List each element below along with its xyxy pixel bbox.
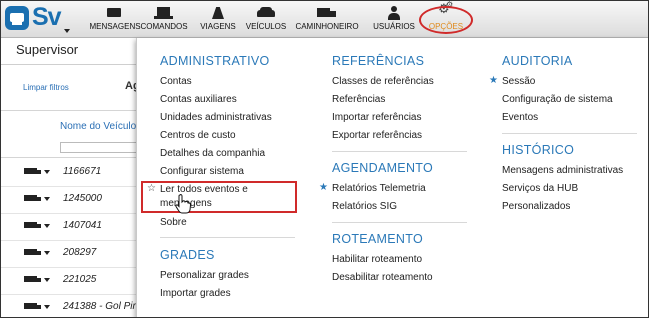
- section-title-historico: HISTÓRICO: [502, 143, 575, 157]
- menu-item-contas[interactable]: Contas: [160, 76, 192, 87]
- truck-icon: [24, 249, 41, 255]
- section-title-referencias: REFERÊNCIAS: [332, 54, 425, 68]
- top-nav-bar: Sv MENSAGENS COMANDOS VIAGENS VEÍCULOS C…: [1, 1, 648, 38]
- menu-item-relatorios-sig[interactable]: Relatórios SIG: [332, 201, 397, 212]
- menu-item-mensagens-administrativas[interactable]: Mensagens administrativas: [502, 165, 623, 176]
- highlight-box: [141, 181, 297, 213]
- section-title-agendamento: AGENDAMENTO: [332, 161, 433, 175]
- vehicle-name: 221025: [63, 274, 97, 285]
- mail-icon: [105, 6, 125, 20]
- vehicle-filter-input[interactable]: [60, 142, 147, 153]
- menu-item-unidades-administrativas[interactable]: Unidades administrativas: [160, 112, 272, 123]
- table-row[interactable]: 221025: [1, 267, 141, 295]
- nav-comandos[interactable]: COMANDOS: [140, 4, 188, 34]
- chevron-down-icon[interactable]: [44, 305, 50, 309]
- nav-label: USUÁRIOS: [373, 22, 415, 31]
- app-window: Sv MENSAGENS COMANDOS VIAGENS VEÍCULOS C…: [0, 0, 649, 318]
- vehicle-name-column-header[interactable]: Nome do Veículo: [60, 121, 136, 132]
- menu-item-referencias[interactable]: Referências: [332, 94, 385, 105]
- menu-item-detalhes-da-companhia[interactable]: Detalhes da companhia: [160, 148, 265, 159]
- truck-icon: [24, 303, 41, 309]
- app-logo[interactable]: Sv: [5, 3, 70, 34]
- star-icon[interactable]: ★: [489, 75, 498, 86]
- chevron-down-icon: [64, 29, 70, 33]
- menu-item-importar-referencias[interactable]: Importar referências: [332, 112, 421, 123]
- section-title-roteamento: ROTEAMENTO: [332, 232, 423, 246]
- menu-item-importar-grades[interactable]: Importar grades: [160, 288, 231, 299]
- divider: [1, 157, 141, 158]
- nav-label: VIAGENS: [200, 22, 236, 31]
- chevron-down-icon[interactable]: [44, 251, 50, 255]
- menu-item-servicos-da-hub[interactable]: Serviços da HUB: [502, 183, 578, 194]
- divider: [160, 237, 295, 238]
- divider: [502, 133, 637, 134]
- menu-item-habilitar-roteamento[interactable]: Habilitar roteamento: [332, 254, 422, 265]
- options-dropdown-menu: ADMINISTRATIVO Contas Contas auxiliares …: [136, 38, 648, 317]
- nav-veiculos[interactable]: VEÍCULOS: [245, 4, 287, 34]
- menu-item-eventos[interactable]: Eventos: [502, 112, 538, 123]
- table-row[interactable]: 241388 - Gol Pir: [1, 294, 141, 317]
- nav-label: COMANDOS: [140, 22, 188, 31]
- nav-mensagens[interactable]: MENSAGENS: [89, 4, 141, 34]
- vehicle-name: 241388 - Gol Pir: [63, 301, 136, 312]
- menu-item-classes-de-referencias[interactable]: Classes de referências: [332, 76, 434, 87]
- menu-item-contas-auxiliares[interactable]: Contas auxiliares: [160, 94, 237, 105]
- table-row[interactable]: 1166671: [1, 159, 141, 187]
- table-row[interactable]: 208297: [1, 240, 141, 268]
- truck-icon: [24, 195, 41, 201]
- page-title: Supervisor: [16, 42, 79, 57]
- nav-usuarios[interactable]: USUÁRIOS: [371, 4, 417, 34]
- laptop-icon: [154, 6, 174, 20]
- star-icon[interactable]: ★: [319, 182, 328, 193]
- truck-icon: [24, 168, 41, 174]
- section-title-grades: GRADES: [160, 248, 215, 262]
- nav-viagens[interactable]: VIAGENS: [197, 4, 239, 34]
- hand-cursor-icon: [175, 194, 191, 214]
- menu-item-centros-de-custo[interactable]: Centros de custo: [160, 130, 236, 141]
- nav-label: MENSAGENS: [89, 22, 141, 31]
- clear-filters-link[interactable]: Limpar filtros: [23, 83, 69, 92]
- menu-item-exportar-referencias[interactable]: Exportar referências: [332, 130, 422, 141]
- section-title-administrativo: ADMINISTRATIVO: [160, 54, 270, 68]
- truck-icon: [317, 6, 337, 20]
- monitor-logo-icon: [5, 6, 29, 30]
- divider: [332, 222, 467, 223]
- car-icon: [256, 6, 276, 20]
- menu-item-personalizar-grades[interactable]: Personalizar grades: [160, 270, 249, 281]
- brand-text: Sv: [32, 3, 62, 31]
- chevron-down-icon[interactable]: [44, 197, 50, 201]
- menu-item-desabilitar-roteamento[interactable]: Desabilitar roteamento: [332, 272, 433, 283]
- divider: [1, 64, 141, 65]
- table-row[interactable]: 1245000: [1, 186, 141, 214]
- chevron-down-icon[interactable]: [44, 170, 50, 174]
- vehicle-name: 208297: [63, 247, 97, 258]
- supervisor-page: Supervisor Limpar filtros Ag Nome do Veí…: [1, 38, 147, 317]
- highlight-oval: [419, 6, 473, 34]
- nav-caminhoneiro[interactable]: CAMINHONEIRO: [293, 4, 361, 34]
- truck-icon: [24, 276, 41, 282]
- chevron-down-icon[interactable]: [44, 224, 50, 228]
- section-title-auditoria: AUDITORIA: [502, 54, 573, 68]
- vehicle-name: 1245000: [63, 193, 102, 204]
- divider: [1, 110, 141, 111]
- vehicle-name: 1166671: [63, 166, 102, 177]
- truck-icon: [24, 222, 41, 228]
- vehicle-name: 1407041: [63, 220, 102, 231]
- menu-item-configuracao-de-sistema[interactable]: Configuração de sistema: [502, 94, 613, 105]
- chevron-down-icon[interactable]: [44, 278, 50, 282]
- divider: [332, 151, 467, 152]
- user-icon: [384, 6, 404, 20]
- road-icon: [208, 6, 228, 20]
- nav-label: VEÍCULOS: [245, 22, 287, 31]
- menu-item-sobre[interactable]: Sobre: [160, 217, 187, 228]
- menu-item-relatorios-telemetria[interactable]: Relatórios Telemetria: [332, 183, 426, 194]
- menu-item-configurar-sistema[interactable]: Configurar sistema: [160, 166, 244, 177]
- table-row[interactable]: 1407041: [1, 213, 141, 241]
- menu-item-sessao[interactable]: Sessão: [502, 76, 535, 87]
- menu-item-personalizados[interactable]: Personalizados: [502, 201, 570, 212]
- nav-label: CAMINHONEIRO: [295, 22, 359, 31]
